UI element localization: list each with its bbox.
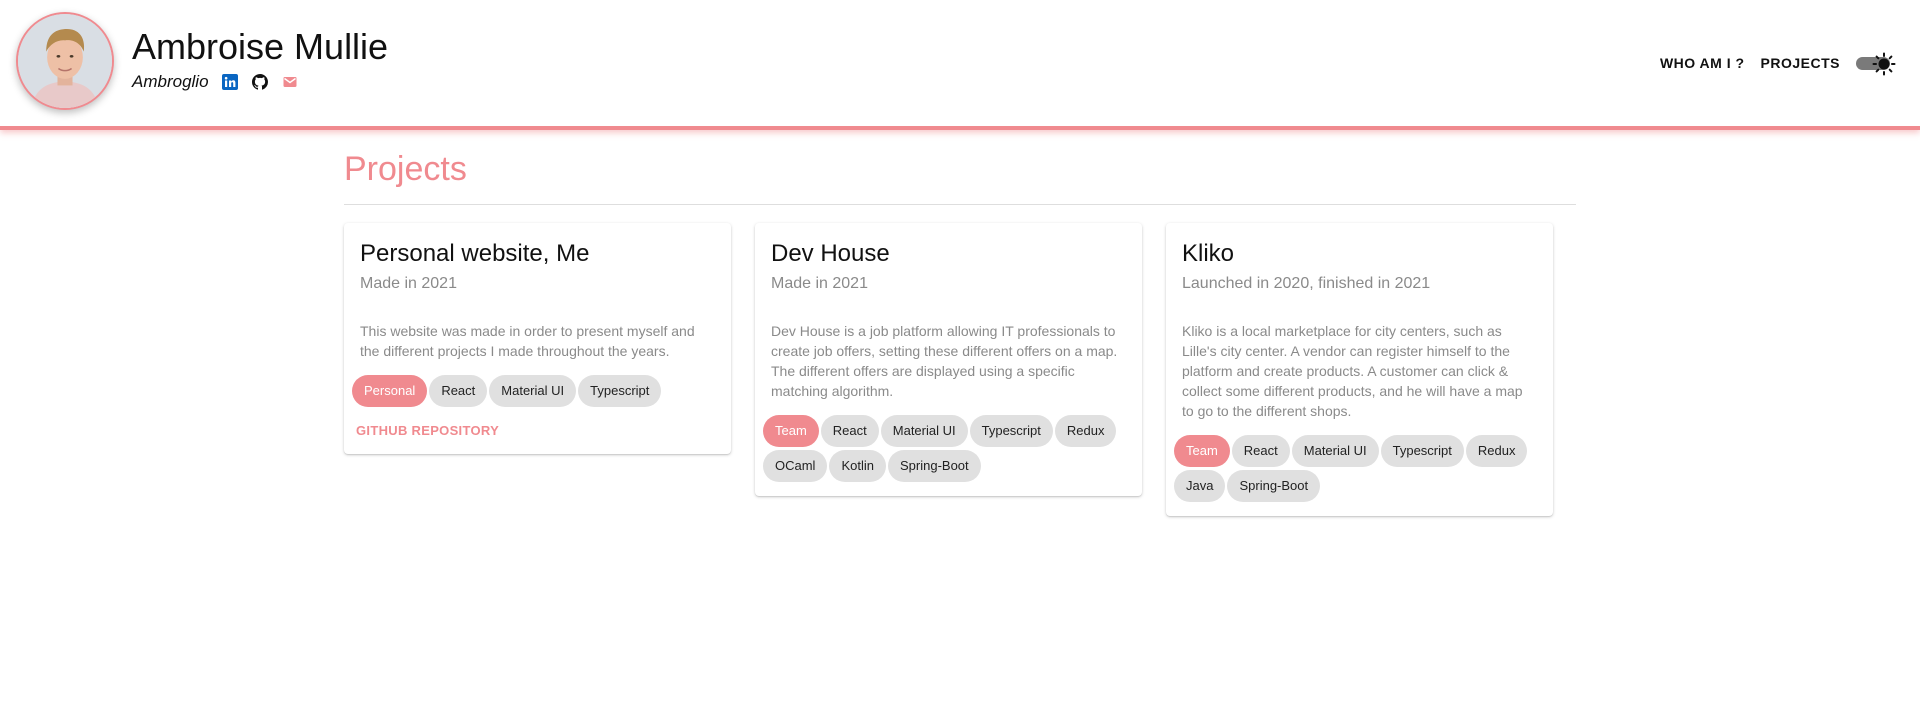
tag-chip: React — [1231, 435, 1290, 467]
nav-projects[interactable]: PROJECTS — [1761, 55, 1840, 71]
project-date: Made in 2021 — [360, 275, 457, 292]
project-card-dev-house: Dev House Made in 2021 Dev House is a jo… — [755, 223, 1142, 496]
github-icon[interactable] — [251, 73, 269, 91]
page-title: Projects — [344, 150, 467, 188]
tag-chip: Java — [1174, 470, 1226, 502]
tag-chip: React — [429, 375, 488, 407]
title-divider — [344, 204, 1576, 205]
tag-chip: Team — [1174, 435, 1230, 467]
project-title: Dev House — [771, 240, 890, 267]
tag-chip: Typescript — [1380, 435, 1464, 467]
project-card-kliko: Kliko Launched in 2020, finished in 2021… — [1166, 223, 1553, 516]
tag-chip: OCaml — [763, 450, 828, 482]
avatar — [16, 12, 114, 110]
project-description: This website was made in order to presen… — [360, 323, 695, 359]
tag-chip: Typescript — [969, 415, 1053, 447]
tag-chip: Typescript — [578, 375, 662, 407]
project-description: Kliko is a local marketplace for city ce… — [1182, 323, 1523, 419]
project-tags: Team React Material UI Typescript Redux … — [1174, 435, 1545, 502]
project-tags: Personal React Material UI Typescript — [352, 375, 723, 407]
project-title: Kliko — [1182, 240, 1235, 267]
project-tags: Team React Material UI Typescript Redux … — [763, 415, 1134, 482]
tag-chip: Spring-Boot — [1227, 470, 1321, 502]
profile-subline: Ambroglio — [132, 72, 299, 92]
tag-chip: Spring-Boot — [887, 450, 981, 482]
tag-chip: Team — [763, 415, 819, 447]
linkedin-icon[interactable] — [221, 73, 239, 91]
project-date: Launched in 2020, finished in 2021 — [1182, 275, 1431, 292]
profile-name: Ambroise Mullie — [132, 26, 389, 67]
project-card-personal-website: Personal website, Me Made in 2021 This w… — [344, 223, 731, 454]
project-description: Dev House is a job platform allowing IT … — [771, 323, 1118, 399]
tag-chip: Material UI — [1291, 435, 1379, 467]
top-nav: WHO AM I ? PROJECTS — [1660, 52, 1920, 76]
github-repository-link[interactable]: GITHUB REPOSITORY — [356, 423, 499, 438]
tag-chip: Personal — [352, 375, 428, 407]
avatar-portrait — [18, 14, 112, 108]
email-icon[interactable] — [281, 73, 299, 91]
tag-chip: React — [820, 415, 879, 447]
projects-section: Projects Personal website, Me Made in 20… — [344, 150, 1576, 516]
tag-chip: Material UI — [880, 415, 968, 447]
tag-chip: Redux — [1465, 435, 1528, 467]
project-title: Personal website, Me — [360, 240, 590, 267]
app-header: Ambroise Mullie Ambroglio WHO AM I ? PRO… — [0, 0, 1920, 130]
tag-chip: Redux — [1054, 415, 1117, 447]
profile-nickname: Ambroglio — [132, 72, 209, 91]
tag-chip: Kotlin — [829, 450, 886, 482]
theme-toggle[interactable] — [1856, 52, 1898, 76]
nav-who-am-i[interactable]: WHO AM I ? — [1660, 55, 1745, 71]
project-date: Made in 2021 — [771, 275, 868, 292]
project-cards: Personal website, Me Made in 2021 This w… — [344, 223, 1576, 516]
tag-chip: Material UI — [489, 375, 577, 407]
sun-icon — [1872, 52, 1896, 76]
